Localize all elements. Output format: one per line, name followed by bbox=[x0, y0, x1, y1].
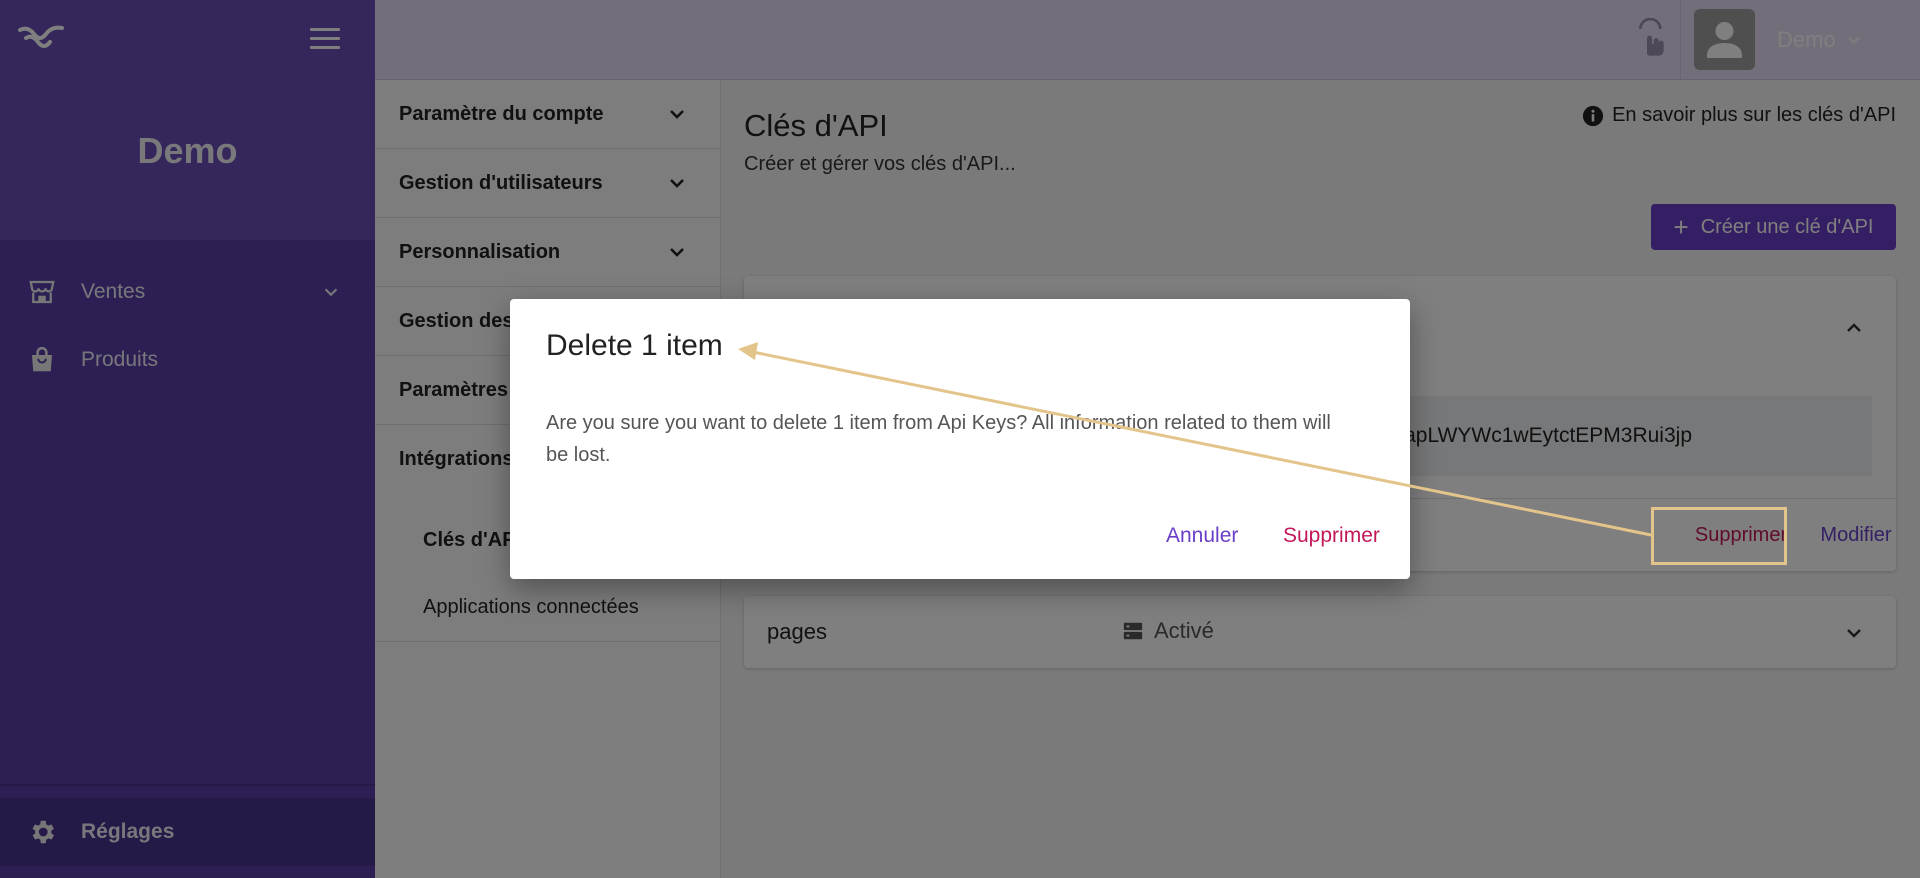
confirm-delete-button[interactable]: Supprimer bbox=[1283, 524, 1380, 548]
cancel-button[interactable]: Annuler bbox=[1166, 524, 1238, 548]
dialog-message: Are you sure you want to delete 1 item f… bbox=[546, 412, 1331, 466]
delete-confirm-dialog: Delete 1 item Are you sure you want to d… bbox=[510, 299, 1410, 579]
dialog-title: Delete 1 item bbox=[546, 329, 723, 362]
annotation-highlight bbox=[1651, 507, 1787, 565]
